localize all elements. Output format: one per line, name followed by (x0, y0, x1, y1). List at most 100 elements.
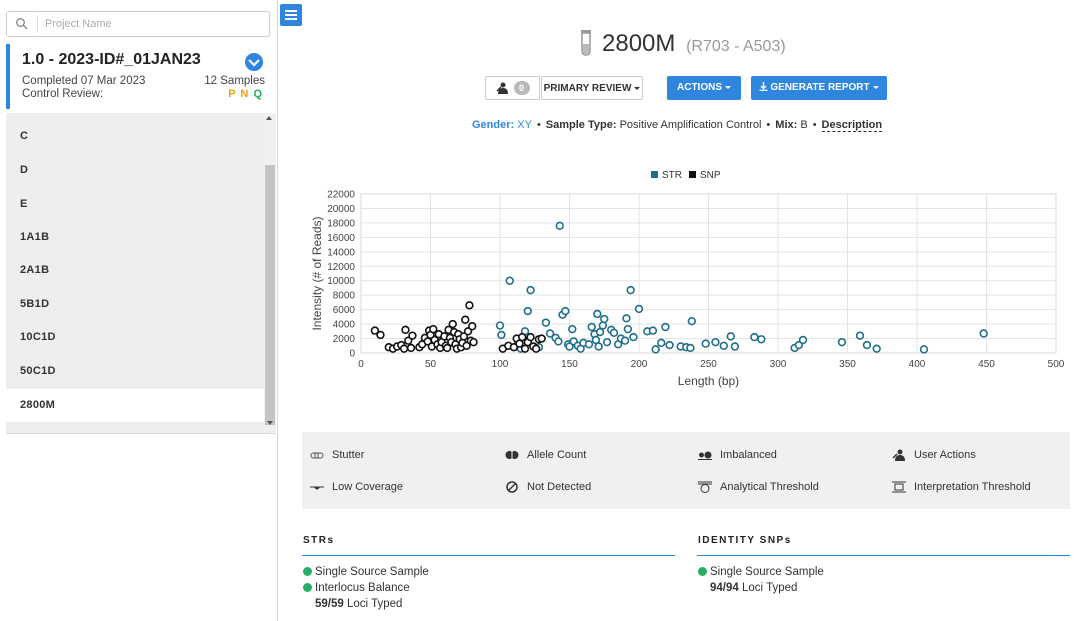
mix-value: B (800, 119, 808, 131)
strs-interlocus-balance: Interlocus Balance (303, 582, 410, 594)
legend-low-coverage: Low Coverage (310, 481, 403, 493)
primary-review-dropdown[interactable]: PRIMARY REVIEW (541, 76, 643, 100)
actions-dropdown[interactable]: ACTIONS (667, 76, 741, 100)
sample-item-active[interactable]: 2800M (6, 389, 264, 422)
scroll-up-arrow-icon[interactable] (266, 116, 272, 120)
user-actions-icon (495, 82, 508, 95)
project-card[interactable]: 1.0 - 2023-ID#_01JAN23 Completed 07 Mar … (6, 44, 271, 109)
data-point-str (862, 340, 872, 350)
data-point-str (687, 317, 697, 326)
data-point-snp (465, 301, 474, 310)
status-ok-icon (303, 567, 312, 576)
description-link[interactable]: Description (821, 119, 883, 132)
data-point-str (711, 337, 720, 347)
x-tick-label: 300 (770, 359, 787, 370)
flag-n: N (240, 88, 250, 100)
data-point-str (495, 321, 505, 330)
search-separator (37, 15, 38, 33)
data-point-str (526, 285, 535, 295)
x-tick-label: 400 (909, 359, 926, 370)
data-point-str (661, 322, 670, 332)
snps-title: IDENTITY SNPs (698, 535, 792, 546)
scroll-down-arrow-icon[interactable] (267, 421, 273, 425)
y-tick-label: 12000 (327, 262, 355, 273)
status-ok-icon (303, 583, 312, 592)
sample-header: 2800M (R703 - A503) (580, 30, 786, 62)
sample-item[interactable]: 2A1B (6, 254, 264, 287)
gender-value: XY (517, 119, 532, 131)
data-point-str (657, 338, 666, 348)
x-tick-label: 0 (358, 359, 364, 370)
sample-type-value: Positive Amplification Control (619, 119, 762, 131)
data-point-str (855, 331, 865, 340)
user-actions-icon (892, 449, 905, 462)
data-point-str (600, 314, 609, 324)
legend-label-snp: SNP (700, 170, 721, 181)
legend-user-actions: User Actions (892, 449, 976, 462)
data-point-snp (406, 343, 416, 353)
data-point-str (561, 306, 570, 316)
sample-item[interactable]: D (6, 154, 264, 187)
sample-item[interactable]: C (6, 120, 264, 153)
check-circle-icon[interactable] (245, 53, 263, 71)
low-coverage-icon (310, 486, 324, 490)
data-point-str (629, 332, 638, 342)
data-point-snp (461, 315, 470, 324)
flag-p: P (228, 88, 237, 100)
x-tick-label: 250 (700, 359, 717, 370)
data-point-str (651, 345, 660, 354)
data-point-str (555, 221, 564, 230)
status-ok-icon (698, 567, 707, 576)
x-tick-label: 150 (561, 359, 578, 370)
project-version: 1.0 (22, 51, 45, 68)
x-tick-label: 100 (492, 359, 509, 370)
generate-report-dropdown[interactable]: GENERATE REPORT (751, 76, 887, 100)
sample-meta: Gender: XY • Sample Type: Positive Amplifi… (472, 119, 883, 132)
scroll-thumb[interactable] (265, 165, 275, 425)
y-tick-label: 10000 (327, 276, 355, 287)
strs-title: STRs (303, 535, 335, 546)
data-point-str (497, 330, 506, 340)
sample-list-scrollbar[interactable] (264, 113, 276, 433)
search-input[interactable] (45, 15, 265, 33)
control-review-flags: P N Q (228, 88, 263, 100)
gender-label: Gender: (472, 119, 515, 131)
data-point-str (568, 324, 577, 334)
hamburger-menu-button[interactable] (280, 4, 302, 26)
strs-divider (302, 555, 675, 556)
sample-indexes: (R703 - A503) (686, 38, 786, 55)
snps-loci-typed: 94/94 Loci Typed (710, 582, 798, 594)
data-point-snp (468, 322, 477, 331)
y-tick-label: 18000 (327, 218, 355, 229)
user-actions-count: 0 (513, 81, 530, 96)
user-actions-button[interactable]: 0 (485, 76, 540, 100)
data-point-str (523, 306, 533, 316)
sample-item[interactable]: 1A1B (6, 221, 264, 254)
y-tick-label: 6000 (333, 305, 356, 316)
control-review-label: Control Review: (22, 88, 104, 100)
legend-swatch-str (651, 171, 658, 178)
sample-item[interactable]: 10C1D (6, 321, 264, 354)
data-point-snp (448, 319, 457, 329)
data-point-str (594, 342, 603, 351)
search-box[interactable] (6, 11, 270, 37)
data-point-snp (469, 337, 478, 347)
sample-item[interactable]: 50C1D (6, 355, 264, 388)
x-tick-label: 50 (425, 359, 437, 370)
sample-item[interactable]: E (6, 188, 264, 221)
data-point-str (757, 335, 766, 344)
legend-interpretation-threshold: Interpretation Threshold (892, 481, 1031, 493)
data-point-str (609, 328, 619, 337)
data-point-str (593, 309, 602, 319)
y-tick-label: 8000 (333, 291, 356, 302)
data-point-snp (399, 344, 409, 353)
x-axis-label: Length (bp) (678, 374, 739, 388)
search-icon (16, 18, 28, 30)
legend-analytical-threshold: Analytical Threshold (698, 481, 819, 494)
data-point-snp (408, 331, 417, 340)
data-point-str (979, 329, 988, 338)
data-point-str (587, 322, 596, 332)
sample-item[interactable]: 5B1D (6, 288, 264, 321)
imbalanced-icon (698, 451, 712, 461)
x-tick-label: 350 (839, 359, 856, 370)
